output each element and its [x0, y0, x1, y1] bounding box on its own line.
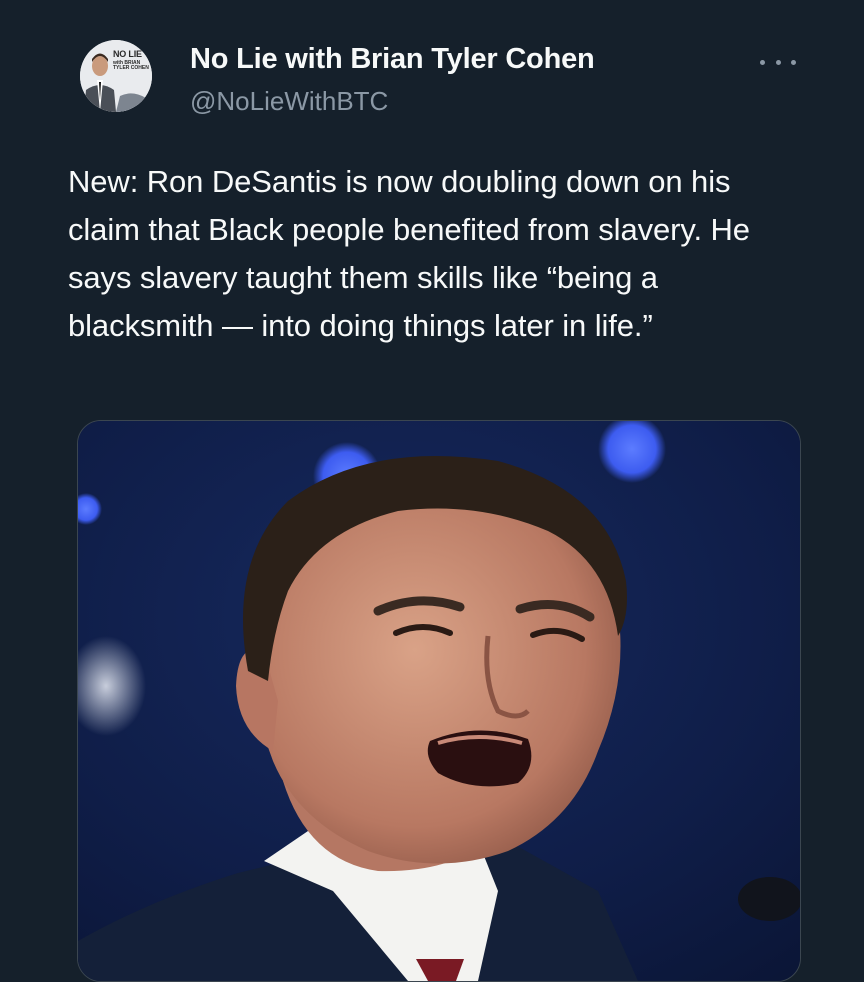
more-options-button[interactable] — [760, 50, 796, 74]
author-display-name[interactable]: No Lie with Brian Tyler Cohen — [190, 43, 595, 76]
tweet-media-photo[interactable] — [77, 420, 801, 982]
author-handle[interactable]: @NoLieWithBTC — [190, 86, 388, 117]
more-horizontal-icon — [760, 59, 765, 65]
avatar-logo-subtitle: with BRIAN TYLER COHEN — [113, 60, 149, 72]
author-avatar[interactable]: NO LIE with BRIAN TYLER COHEN — [80, 40, 152, 112]
more-horizontal-icon-dot — [791, 59, 796, 65]
avatar-logo-title: NO LIE — [113, 49, 142, 59]
tweet-card[interactable]: NO LIE with BRIAN TYLER COHEN No Lie wit… — [0, 0, 864, 982]
photo-image — [78, 421, 800, 981]
tweet-text: New: Ron DeSantis is now doubling down o… — [68, 164, 750, 343]
more-horizontal-icon-dot — [775, 59, 781, 65]
avatar-logo: NO LIE with BRIAN TYLER COHEN — [113, 50, 149, 72]
